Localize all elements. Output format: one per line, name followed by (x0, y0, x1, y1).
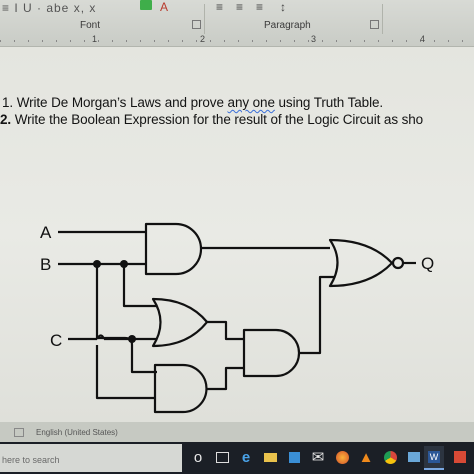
align-center-icon[interactable]: ≡ (236, 0, 244, 14)
wire-or1-out (207, 320, 244, 341)
font-group-label: Font (80, 20, 101, 31)
ruler-number: 2 (200, 34, 206, 44)
logic-circuit-diagram: A B C Q (40, 222, 434, 414)
and-gate-2 (153, 363, 208, 414)
format-buttons-row[interactable]: ≡ I U · abe x, x (2, 1, 96, 15)
status-bar: English (United States) (0, 422, 474, 442)
word-icon[interactable]: W (424, 446, 444, 470)
junction-dot (93, 260, 101, 268)
chrome-icon[interactable] (380, 446, 400, 468)
or-gate-1 (151, 297, 209, 348)
input-label-b: B (40, 255, 51, 274)
file-explorer-icon[interactable] (260, 446, 280, 468)
input-label-a: A (40, 223, 52, 242)
question-text: using Truth Table. (274, 95, 384, 110)
not-bubble (391, 256, 405, 270)
taskbar: here to search o e ✉ ▲ W (0, 442, 474, 474)
paragraph-dialog-launcher-icon[interactable] (370, 20, 379, 29)
junction-dot (120, 260, 128, 268)
line-spacing-icon[interactable]: ↕ (280, 0, 287, 14)
vlc-icon[interactable]: ▲ (356, 446, 376, 468)
task-view-icon[interactable] (212, 446, 232, 468)
app-icon-2[interactable] (450, 446, 470, 468)
store-icon[interactable] (284, 446, 304, 468)
spell-flagged-text[interactable]: any one (228, 95, 275, 110)
and-gate-3 (242, 328, 301, 378)
question-2: 2. Write the Boolean Expression for the … (0, 112, 423, 127)
font-dialog-launcher-icon[interactable] (192, 20, 201, 29)
ribbon-separator (204, 4, 205, 34)
app-icon[interactable] (404, 446, 424, 468)
junction-dot (128, 335, 136, 343)
ruler-ticks (0, 40, 474, 42)
paragraph-group-label: Paragraph (264, 20, 311, 31)
wire-b-branch-2 (122, 264, 157, 308)
output-label-q: Q (421, 254, 434, 273)
cortana-icon[interactable]: o (188, 446, 208, 468)
and-gate-1 (144, 222, 203, 276)
formatting-buttons[interactable]: ≡ I U · abe x, x A ≡ ≡ ≡ ↕ (0, 0, 474, 18)
horizontal-ruler[interactable]: 1 2 3 4 (0, 34, 474, 46)
question-text: Write the Boolean Expression for the res… (14, 112, 424, 127)
language-indicator[interactable]: English (United States) (36, 428, 118, 437)
wire-c-branch (130, 345, 157, 374)
ribbon-separator (382, 4, 383, 34)
align-right-icon[interactable]: ≡ (256, 0, 264, 14)
question-number: 2. (0, 112, 12, 127)
question-number: 1. (2, 95, 14, 110)
font-color-icon[interactable]: A (160, 0, 169, 14)
question-text: Write De Morgan’s Laws and prove (16, 95, 228, 110)
ribbon: ≡ I U · abe x, x A ≡ ≡ ≡ ↕ Font Paragrap… (0, 0, 474, 47)
firefox-icon[interactable] (332, 446, 352, 468)
ruler-number: 4 (420, 34, 426, 44)
green-icon[interactable] (140, 0, 152, 10)
document-page[interactable]: 1. Write De Morgan’s Laws and prove any … (0, 47, 474, 422)
ruler-number: 1 (92, 34, 98, 44)
or-gate-final (328, 238, 394, 288)
proofing-icon[interactable] (14, 428, 24, 437)
search-placeholder: here to search (2, 455, 60, 465)
wire-and2-out (206, 366, 244, 391)
mail-icon[interactable]: ✉ (308, 446, 328, 468)
question-1: 1. Write De Morgan’s Laws and prove any … (2, 95, 383, 110)
wire-and3-out (299, 275, 334, 355)
edge-icon[interactable]: e (236, 446, 256, 468)
ruler-number: 3 (311, 34, 317, 44)
wire-b-branch-1 (95, 264, 134, 346)
input-label-c: C (50, 331, 62, 350)
taskbar-search[interactable]: here to search (0, 444, 182, 472)
align-left-icon[interactable]: ≡ (216, 0, 224, 14)
